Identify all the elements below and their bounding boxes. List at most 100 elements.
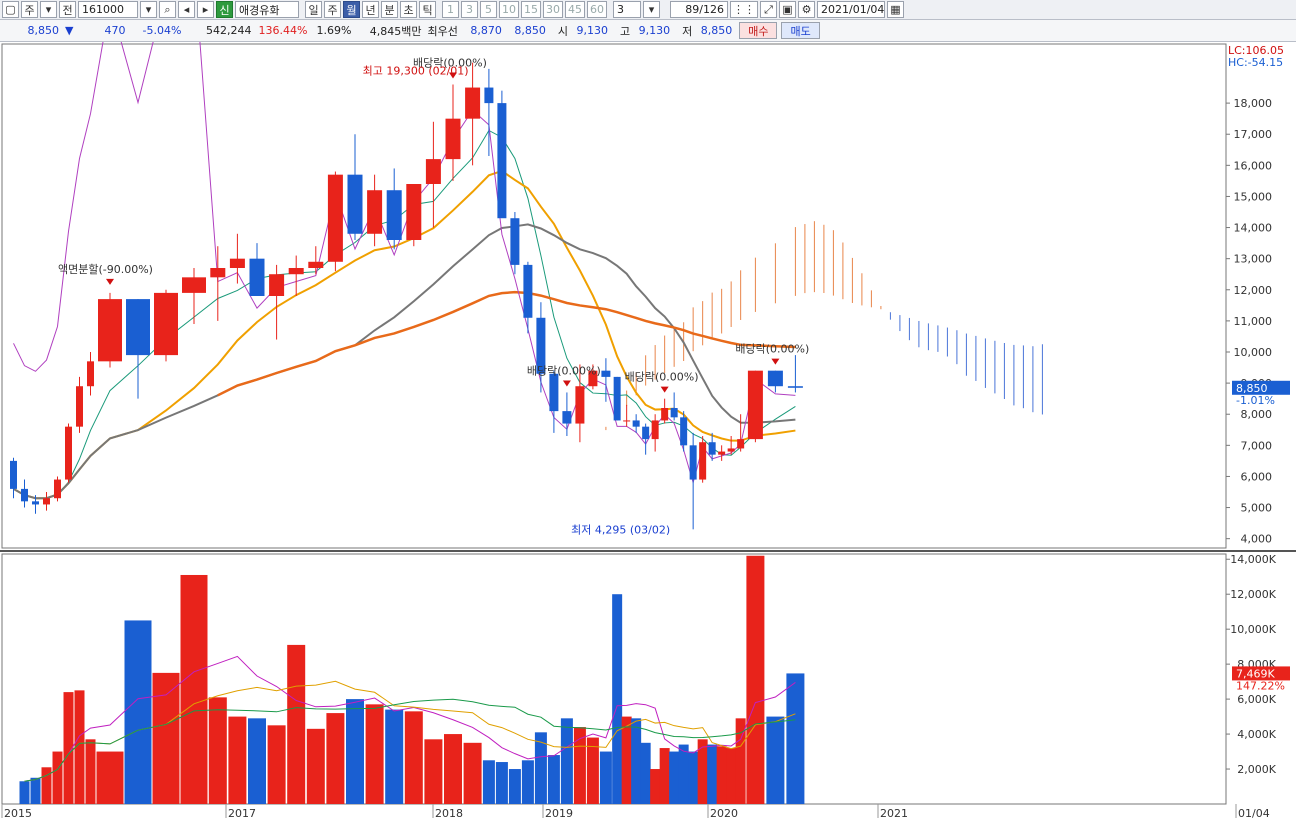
indicator-hc-label: HC:-54.15	[1228, 56, 1283, 69]
market-dropdown-icon[interactable]: ▾	[40, 1, 57, 18]
candle-body-5	[65, 426, 72, 480]
volume-bar-30	[547, 755, 560, 804]
search-icon[interactable]: ⌕	[159, 1, 176, 18]
candle-body-4	[54, 479, 61, 499]
tab-minute-10[interactable]: 10	[499, 1, 519, 18]
volume-bar-24	[463, 742, 482, 804]
speaker-icon[interactable]: ◂	[178, 1, 195, 18]
volume-bar-3	[52, 751, 63, 804]
calendar-icon[interactable]: ▦	[887, 1, 904, 18]
volume-bar-43	[688, 751, 699, 804]
candle-body-28	[510, 218, 520, 265]
volume-bar-16	[306, 728, 325, 804]
grid-icon[interactable]: ⋮⋮	[730, 1, 758, 18]
stock-name-field[interactable]: 애경유화	[235, 1, 299, 18]
date-input[interactable]: 2021/01/04	[817, 1, 885, 18]
tab-period-1[interactable]: 주	[324, 1, 341, 18]
candle-body-27	[497, 103, 507, 219]
candle-10	[154, 289, 178, 362]
tab-period-6[interactable]: 틱	[419, 1, 436, 18]
code-input[interactable]: 161000	[78, 1, 138, 18]
code-dropdown-icon[interactable]: ▾	[140, 1, 157, 18]
price-tick-label-3: 7,000	[1241, 439, 1273, 452]
x-tick-label-2: 2018	[435, 807, 463, 819]
save-icon[interactable]: ▣	[779, 1, 796, 18]
volume-bar-0	[19, 781, 30, 804]
volume-bar-11	[208, 697, 227, 804]
price-tick-label-14: 18,000	[1234, 97, 1273, 110]
candle-body-35	[601, 370, 611, 377]
change-rate: -5.04%	[142, 24, 182, 37]
new-badge: 신	[216, 1, 233, 18]
price-tag-change: -1.01%	[1236, 394, 1275, 407]
candle-body-0	[10, 460, 17, 489]
volume-tick-label-1: 4,000K	[1237, 728, 1276, 741]
candle-5	[65, 423, 72, 483]
market-select[interactable]: 주	[21, 1, 38, 18]
price-tick-label-12: 16,000	[1234, 159, 1273, 172]
tab-period-2[interactable]: 월	[343, 1, 360, 18]
volume-bar-18	[346, 699, 364, 804]
volume-bar-19	[365, 704, 384, 804]
candle-body-38	[632, 420, 640, 427]
volume-tick-label-4: 10,000K	[1230, 623, 1276, 636]
best-quote-label: 최우선	[427, 24, 458, 38]
gear-icon[interactable]: ⚙	[798, 1, 815, 18]
window-icon[interactable]: ▢	[2, 1, 19, 18]
quote-bar: 8,850 ▼ 470 -5.04% 542,244 136.44% 1.69%…	[0, 20, 1296, 42]
buy-button[interactable]: 매수	[739, 22, 778, 39]
chart-canvas[interactable]: 4,0005,0006,0007,0008,0009,00010,00011,0…	[0, 42, 1296, 819]
tab-minute-3[interactable]: 3	[461, 1, 478, 18]
price-tick-label-10: 14,000	[1234, 222, 1273, 235]
volume-bar-22	[424, 739, 443, 804]
tab-minute-1[interactable]: 1	[442, 1, 459, 18]
volume-bar-27	[508, 769, 521, 804]
price-tick-label-7: 11,000	[1234, 315, 1273, 328]
volume-bar-37	[631, 718, 642, 804]
interval-dropdown-icon[interactable]: ▾	[643, 1, 660, 18]
candle-body-40	[651, 420, 659, 440]
volume-bar-31	[560, 718, 573, 804]
tab-period-3[interactable]: 년	[362, 1, 379, 18]
scroll-icon[interactable]: ▸	[197, 1, 214, 18]
volume-bar-45	[707, 744, 718, 804]
volume-bar-51	[786, 673, 805, 804]
candle-body-18	[327, 174, 343, 262]
volume-bar-50	[766, 716, 785, 804]
volume-bar-7	[96, 751, 124, 804]
change-arrow-icon: ▼	[65, 24, 74, 37]
tab-minute-5[interactable]: 5	[480, 1, 497, 18]
volume-bar-38	[640, 742, 651, 804]
tab-minute-15[interactable]: 15	[521, 1, 541, 18]
price-tick-label-13: 17,000	[1234, 128, 1273, 141]
candle-body-3	[43, 498, 50, 505]
tab-period-0[interactable]: 일	[305, 1, 322, 18]
candle-body-43	[680, 417, 688, 446]
candle-body-10	[154, 292, 178, 356]
zoom-icon[interactable]: ⤢	[760, 1, 777, 18]
candle-body-47	[718, 451, 726, 455]
volume-bar-23	[444, 734, 462, 804]
x-tick-label-1: 2017	[228, 807, 256, 819]
candle-body-7	[87, 361, 94, 387]
candle-body-37	[623, 420, 631, 422]
volume-bar-14	[267, 725, 286, 804]
candle-body-16	[288, 268, 304, 275]
tab-period-5[interactable]: 초	[400, 1, 417, 18]
dividend-label-2: 배당락(0.00%)	[625, 371, 699, 384]
volume-bar-40	[659, 748, 670, 804]
low-annotation: 최저 4,295 (03/02)	[571, 523, 670, 536]
tab-minute-45[interactable]: 45	[565, 1, 585, 18]
low-value: 8,850	[700, 24, 733, 37]
tab-period-4[interactable]: 분	[381, 1, 398, 18]
volume-tick-label-5: 12,000K	[1230, 588, 1276, 601]
interval-input[interactable]: 3	[613, 1, 641, 18]
tab-minute-60[interactable]: 60	[587, 1, 607, 18]
candle-body-14	[249, 258, 265, 296]
x-tick-label-5: 2021	[880, 807, 908, 819]
tab-minute-30[interactable]: 30	[543, 1, 563, 18]
candle-18	[327, 171, 343, 272]
best-bid: 8,850	[514, 24, 546, 37]
sell-button[interactable]: 매도	[781, 22, 820, 39]
prev-button[interactable]: 전	[59, 1, 76, 18]
